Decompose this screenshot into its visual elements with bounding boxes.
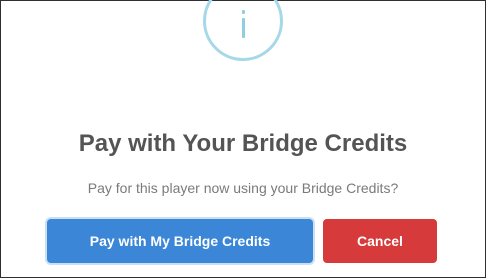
payment-confirm-dialog: Pay with Your Bridge Credits Pay for thi… (0, 0, 486, 278)
cancel-button[interactable]: Cancel (323, 219, 437, 263)
dialog-message: Pay for this player now using your Bridg… (87, 180, 399, 196)
info-icon (203, 0, 283, 61)
dialog-title: Pay with Your Bridge Credits (78, 130, 408, 157)
info-icon-dot (242, 10, 245, 14)
pay-with-credits-button[interactable]: Pay with My Bridge Credits (47, 219, 313, 263)
info-icon-bar (242, 18, 245, 38)
